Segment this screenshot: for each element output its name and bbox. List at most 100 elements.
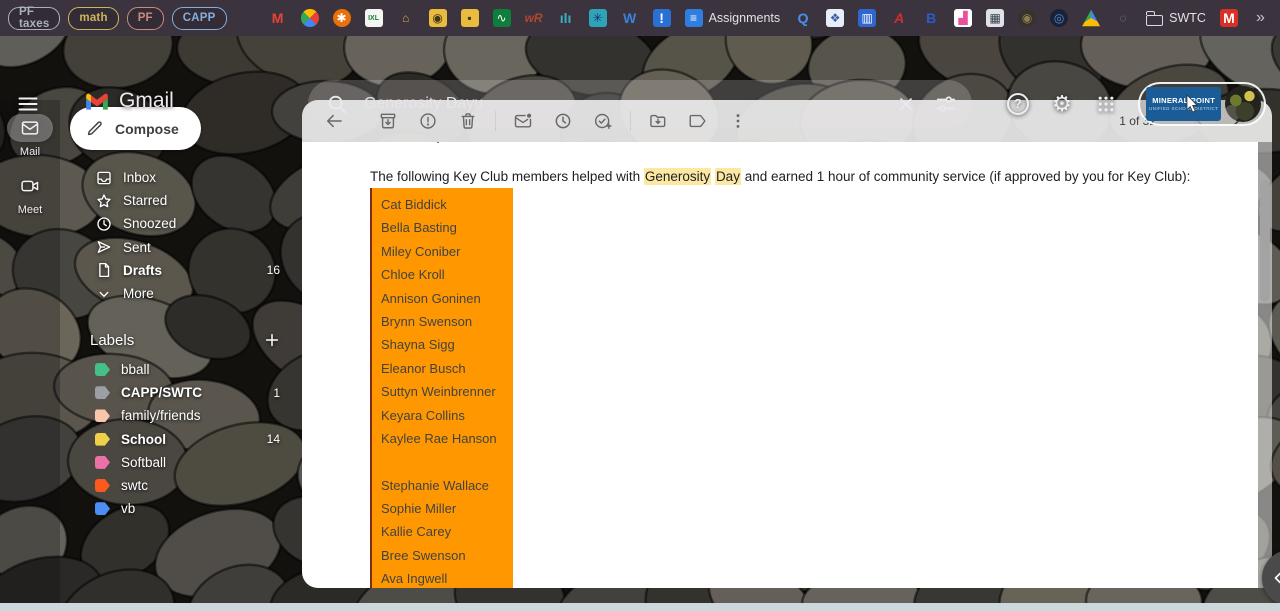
header-actions: ? ⚙ MINERAL POINT UNIFIED SCHOOL DISTRIC…: [998, 82, 1266, 126]
rail-item-mail[interactable]: Mail: [0, 114, 60, 158]
sidebar-nav: Inbox Starred Snoozed Sent Drafts 16 Mor…: [60, 166, 302, 305]
member-name: Cat Biddick: [381, 197, 447, 212]
scrollbar-track[interactable]: [1258, 142, 1272, 588]
gmail-favicon[interactable]: M: [269, 9, 287, 27]
label-tag-icon: [95, 409, 110, 423]
m-red-favicon[interactable]: M: [1219, 9, 1238, 27]
label-item-softball[interactable]: Softball: [60, 451, 302, 474]
tab-group-pf[interactable]: PF: [126, 6, 164, 30]
label-item-capp-swtc[interactable]: CAPP/SWTC 1: [60, 381, 302, 404]
gmail-m-icon: [84, 88, 110, 114]
settings-gear-icon[interactable]: ⚙: [1042, 84, 1082, 124]
member-name: Suttyn Weinbrenner: [381, 384, 496, 400]
sidebar-item-more[interactable]: More: [60, 282, 302, 305]
search-input[interactable]: [362, 94, 886, 114]
ixl-favicon[interactable]: IXL: [364, 9, 383, 27]
highlighted-member-list: Cat Biddick Bella Basting Miley Coniber Chl…: [370, 188, 513, 588]
member-name: Kaylee Rae Hanson: [381, 430, 497, 446]
labels-list: bball CAPP/SWTC 1 family/friends School …: [60, 358, 302, 520]
mouse-cursor: [1186, 94, 1198, 113]
b-blue-favicon[interactable]: B: [922, 9, 940, 27]
calculator-favicon[interactable]: ▦: [986, 9, 1005, 27]
member-name: Annison Goninen: [381, 290, 481, 306]
home-favicon[interactable]: ⌂: [397, 9, 415, 27]
tuner-favicon[interactable]: ılı: [557, 9, 575, 27]
cutoff-text-fragment: [437, 142, 439, 143]
label-tag-icon: [95, 363, 110, 377]
tab-group-pf-taxes[interactable]: PF taxes: [8, 6, 61, 30]
bug-favicon[interactable]: ✳: [588, 9, 607, 27]
tab-group-capp[interactable]: CAPP: [171, 6, 227, 30]
member-name: Sophie Miller: [381, 501, 457, 517]
label-item-swtc[interactable]: swtc: [60, 474, 302, 497]
hamburger-menu-icon[interactable]: [16, 92, 40, 116]
pink-chart-favicon[interactable]: ▟: [954, 9, 973, 27]
drive-favicon[interactable]: [1082, 9, 1101, 27]
taskbar-strip[interactable]: [0, 603, 1280, 611]
help-icon[interactable]: ?: [998, 84, 1038, 124]
classroom-favicon[interactable]: ▪: [460, 9, 479, 27]
wr-favicon[interactable]: wR: [525, 9, 543, 27]
label-item-bball[interactable]: bball: [60, 358, 302, 381]
member-name: Brynn Swenson: [381, 313, 473, 329]
sidebar-item-snoozed[interactable]: Snoozed: [60, 212, 302, 235]
desmos-favicon[interactable]: ∿: [492, 9, 511, 27]
label-tag-icon: [95, 455, 110, 469]
email-body: The following Key Club members helped wi…: [302, 142, 1258, 588]
w-favicon[interactable]: W: [621, 9, 639, 27]
member-name: Kallie Carey: [381, 524, 452, 540]
gmail-logo: Gmail: [84, 88, 174, 114]
clear-search-icon[interactable]: [886, 84, 926, 124]
chart-favicon[interactable]: ▥: [858, 9, 877, 27]
puzzle-favicon[interactable]: ❖: [826, 9, 845, 27]
left-rail: Mail Meet: [0, 100, 60, 603]
sidebar-item-sent[interactable]: Sent: [60, 236, 302, 259]
account-profile-pill[interactable]: MINERAL POINT UNIFIED SCHOOL DISTRICT: [1138, 82, 1266, 126]
exclaim-favicon[interactable]: !: [652, 9, 671, 27]
member-name: Chloe Kroll: [381, 267, 445, 283]
member-name: Shayna Sigg: [381, 337, 455, 353]
search-highlight: Generosity: [643, 168, 712, 185]
member-name: [381, 450, 513, 473]
label-item-family-friends[interactable]: family/friends: [60, 404, 302, 427]
search-filters-icon[interactable]: [926, 84, 966, 124]
gmail-wordmark: Gmail: [119, 89, 174, 112]
rail-item-meet[interactable]: Meet: [0, 172, 60, 216]
google-photos-favicon[interactable]: [300, 9, 319, 27]
sidebar-item-inbox[interactable]: Inbox: [60, 166, 302, 189]
member-name: Keyara Collins: [381, 407, 465, 423]
bookmark-favicons: M ✱ IXL ⌂ ◉ ▪ ∿ wR ılı ✳ W ! ≡ Assignmen…: [269, 9, 1238, 27]
avatar[interactable]: [1225, 86, 1261, 122]
search-bar[interactable]: [308, 80, 972, 128]
member-name: Bree Swenson: [381, 547, 466, 563]
create-label-plus-icon[interactable]: [262, 330, 282, 350]
seal-favicon[interactable]: ◉: [1018, 9, 1037, 27]
sidebar-item-starred[interactable]: Starred: [60, 189, 302, 212]
label-item-vb[interactable]: vb: [60, 497, 302, 520]
asterisk-favicon[interactable]: ✱: [332, 9, 351, 27]
a-red-favicon[interactable]: A: [890, 9, 908, 27]
tab-group-math[interactable]: math: [68, 6, 119, 30]
district-logo: MINERAL POINT UNIFIED SCHOOL DISTRICT: [1146, 87, 1222, 121]
google-apps-icon[interactable]: [1086, 84, 1126, 124]
bookmarks-overflow-chevron[interactable]: »: [1246, 9, 1275, 27]
tab-group-chips: PF taxes math PF CAPP: [8, 6, 227, 30]
member-name: Eleanor Busch: [381, 360, 466, 376]
search-highlight: Day: [714, 168, 741, 185]
infinite-campus-favicon[interactable]: ◉: [428, 9, 447, 27]
target-favicon[interactable]: ◎: [1050, 9, 1069, 27]
dotted-circle-favicon[interactable]: ◌: [1114, 9, 1132, 27]
mail-sidebar: Compose Inbox Starred Snoozed Sent Draft…: [60, 100, 302, 603]
label-tag-icon: [95, 386, 110, 400]
label-tag-icon: [95, 479, 110, 493]
q-favicon[interactable]: Q: [794, 9, 812, 27]
assignments-favicon[interactable]: ≡ Assignments: [684, 9, 780, 27]
bookmarks-bar: PF taxes math PF CAPP M ✱ IXL ⌂ ◉ ▪ ∿ wR…: [0, 0, 1280, 36]
sidebar-item-drafts[interactable]: Drafts 16: [60, 259, 302, 282]
email-text-line: The following Key Club members helped wi…: [370, 168, 1191, 185]
label-item-school[interactable]: School 14: [60, 428, 302, 451]
member-name: Stephanie Wallace: [381, 477, 489, 493]
gmail-header: Gmail ? ⚙ MINERAL POINT UNIFIED SCHOOL D…: [0, 36, 1280, 128]
scrollbar-thumb[interactable]: [1260, 180, 1270, 302]
swtc-folder-favicon[interactable]: SWTC: [1145, 10, 1206, 26]
